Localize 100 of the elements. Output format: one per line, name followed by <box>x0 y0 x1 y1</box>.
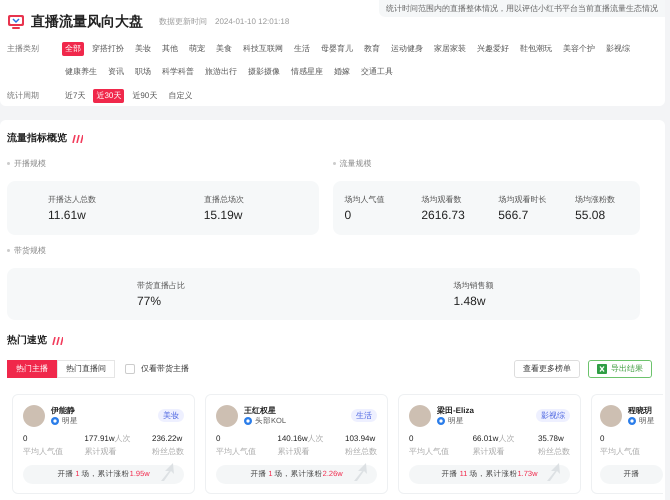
category-tag: 影视综 <box>536 408 570 422</box>
metric-value: 55.08 <box>575 208 606 223</box>
stat-label: 平均人气值 <box>409 446 449 457</box>
filter-option[interactable]: 美容个护 <box>560 42 598 56</box>
stat-value: 236.22w <box>152 432 184 444</box>
section-heading: 流量指标概览 <box>7 132 67 146</box>
category-tag: 生活 <box>351 408 377 422</box>
metric-value: 11.61w <box>48 208 87 223</box>
metric-value: 0 <box>344 208 352 223</box>
stripes-icon <box>51 337 63 346</box>
metric-value: 1.48w <box>454 294 487 309</box>
more-rankings-button[interactable]: 查看更多榜单 <box>514 360 580 378</box>
update-time: 2024-01-10 12:01:18 <box>215 16 290 28</box>
filter-option[interactable]: 穿搭打扮 <box>89 42 127 56</box>
metric-label: 带货直播占比 <box>137 280 186 291</box>
stat-label: 累计观看 <box>472 446 506 457</box>
metric-value: 77% <box>137 294 162 309</box>
arrow-icon <box>546 462 560 481</box>
stat-value: 0 <box>600 432 606 444</box>
streamer-name: 程晓玥 <box>628 405 653 416</box>
filter-label: 主播类别 <box>7 43 40 55</box>
arrow-icon <box>160 462 174 481</box>
filter-option[interactable]: 健康养生 <box>62 65 100 79</box>
filter-option[interactable]: 科技互联网 <box>240 42 286 56</box>
stat-value: 0 <box>409 432 414 444</box>
metric-label: 场均涨粉数 <box>575 194 616 205</box>
filter-option[interactable]: 近7天 <box>62 89 88 103</box>
filter-option[interactable]: 影视综 <box>603 42 633 56</box>
section-heading: 热门速览 <box>7 334 47 348</box>
metric-label: 场均人气值 <box>344 194 386 205</box>
verified-icon <box>51 417 59 426</box>
metric-value: 15.19w <box>204 208 244 223</box>
filter-option[interactable]: 旅游出行 <box>202 65 240 79</box>
group-title: 带货规模 <box>14 245 46 256</box>
tab[interactable]: 热门主播 <box>7 360 57 378</box>
filter-option[interactable]: 情感星座 <box>288 65 326 79</box>
checkbox[interactable] <box>125 364 135 374</box>
filter-option[interactable]: 运动健身 <box>388 42 426 56</box>
bullet-icon <box>7 249 10 252</box>
stat-value: 140.16w人次 <box>277 432 324 444</box>
stat-value: 66.01w人次 <box>472 432 514 444</box>
metric-label: 场均观看时长 <box>498 194 548 205</box>
filter-option[interactable]: 资讯 <box>105 65 127 79</box>
filter-option[interactable]: 鞋包潮玩 <box>517 42 555 56</box>
avatar-placeholder <box>600 404 622 427</box>
filter-option[interactable]: 婚嫁 <box>331 65 353 79</box>
filter-option[interactable]: 美妆 <box>132 42 154 56</box>
filter-option[interactable]: 萌宠 <box>186 42 208 56</box>
verified-icon <box>244 417 252 426</box>
description-note: 统计时间范围内的直播整体情况，用以评估小红书平台当前直播流量生态情况 <box>379 0 665 18</box>
filter-option[interactable]: 生活 <box>291 42 313 56</box>
filter-option[interactable]: 全部 <box>62 42 84 56</box>
stat-label: 累计观看 <box>277 446 310 457</box>
filter-option[interactable]: 摄影摄像 <box>245 65 283 79</box>
tab[interactable]: 热门直播间 <box>57 360 115 378</box>
checkbox-label: 仅看带货主播 <box>141 363 189 375</box>
filter-option[interactable]: 美食 <box>213 42 235 56</box>
metric-value: 566.7 <box>498 208 530 223</box>
export-button[interactable]: 导出结果 <box>588 360 652 378</box>
filter-option[interactable]: 家居家装 <box>431 42 469 56</box>
verified-icon <box>437 417 445 426</box>
filter-option[interactable]: 近90天 <box>129 89 160 103</box>
bullet-icon <box>7 162 10 166</box>
filter-option[interactable]: 科学科普 <box>159 65 197 79</box>
stat-label: 平均人气值 <box>600 446 640 457</box>
page-title: 直播流量风向大盘 <box>31 12 143 32</box>
verified-icon <box>628 417 636 426</box>
stat-label: 粉丝总数 <box>538 446 570 457</box>
avatar-placeholder <box>409 404 431 427</box>
stat-value: 103.94w <box>345 432 376 444</box>
group-title: 流量规模 <box>340 158 372 170</box>
streamer-name: 梁田-Eliza <box>437 405 474 416</box>
arrow-icon <box>353 462 367 481</box>
stat-label: 平均人气值 <box>216 446 256 457</box>
update-label: 数据更新时间 <box>159 16 207 28</box>
filter-option[interactable]: 兴趣爱好 <box>474 42 512 56</box>
filter-option[interactable]: 职场 <box>132 65 154 79</box>
filter-option[interactable]: 教育 <box>361 42 383 56</box>
filter-option[interactable]: 近30天 <box>93 89 124 103</box>
metric-label: 场均销售额 <box>454 280 494 291</box>
filter-option[interactable]: 自定义 <box>165 89 196 103</box>
stat-value: 0 <box>23 432 28 444</box>
stat-label: 平均人气值 <box>23 446 63 457</box>
streamer-name: 王红权星 <box>244 405 277 416</box>
metric-label: 开播达人总数 <box>48 194 97 205</box>
stripes-icon <box>71 135 83 143</box>
metric-label: 直播总场次 <box>204 194 245 205</box>
spreadsheet-icon <box>597 364 607 374</box>
filter-option[interactable]: 其他 <box>159 42 181 56</box>
metric-value: 2616.73 <box>421 208 466 223</box>
streamer-name: 伊能静 <box>51 405 76 416</box>
stat-value: 35.78w <box>538 432 565 444</box>
category-tag: 美妆 <box>158 408 184 422</box>
stat-label: 粉丝总数 <box>152 446 184 457</box>
stat-value: 0 <box>216 432 222 444</box>
stat-label: 累计观看 <box>84 446 118 457</box>
filter-option[interactable]: 母婴育儿 <box>318 42 356 56</box>
bullet-icon <box>332 162 336 166</box>
filter-option[interactable]: 交通工具 <box>358 65 396 79</box>
stat-label: 粉丝总数 <box>345 446 377 457</box>
